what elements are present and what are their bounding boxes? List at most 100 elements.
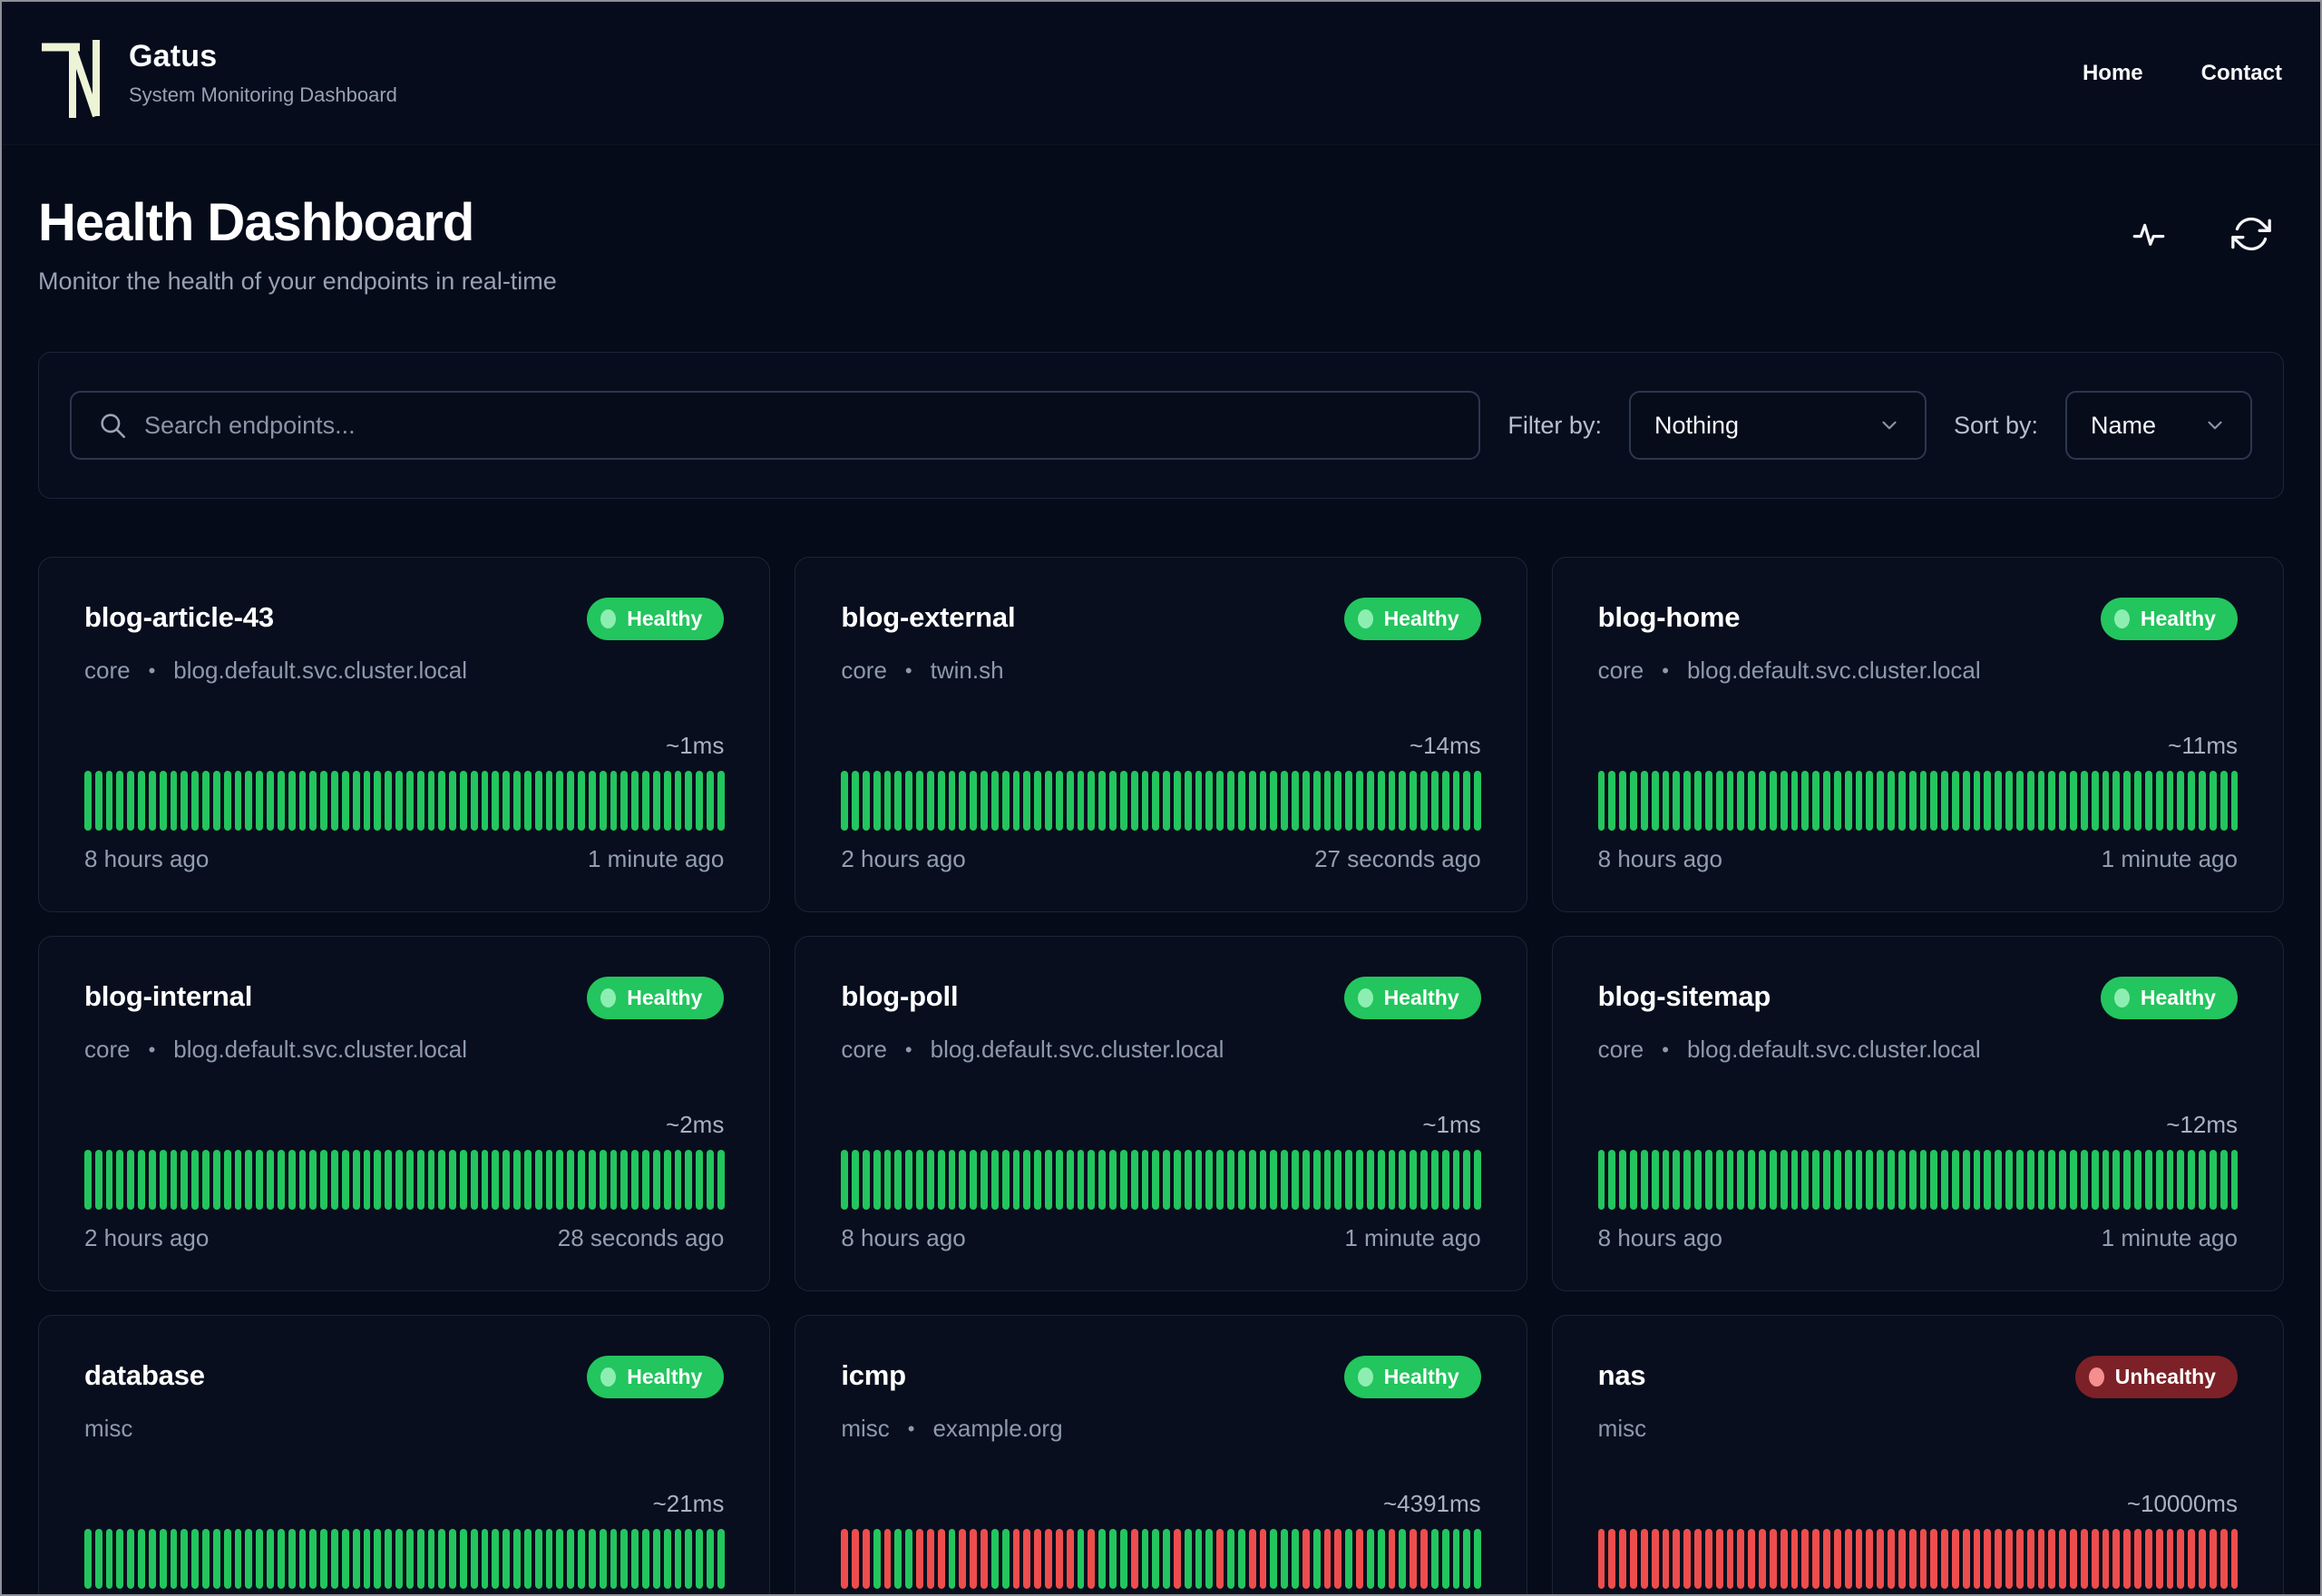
history-bar[interactable] <box>926 1150 934 1210</box>
history-bar[interactable] <box>1984 771 1992 831</box>
history-bar[interactable] <box>959 1529 967 1589</box>
history-bar[interactable] <box>2166 771 2174 831</box>
history-bar[interactable] <box>1163 771 1170 831</box>
history-bar[interactable] <box>1152 771 1160 831</box>
history-bar[interactable] <box>1630 771 1637 831</box>
history-bar[interactable] <box>1984 1150 1992 1210</box>
history-bar[interactable] <box>1866 1150 1874 1210</box>
history-bar[interactable] <box>990 1150 999 1210</box>
history-bar[interactable] <box>1323 1529 1332 1589</box>
history-bar[interactable] <box>1474 1529 1482 1589</box>
history-bar[interactable] <box>981 1529 988 1589</box>
history-bar[interactable] <box>438 1150 446 1210</box>
history-bar[interactable] <box>1109 771 1117 831</box>
history-bar[interactable] <box>1441 1529 1449 1589</box>
history-bar[interactable] <box>94 1529 102 1589</box>
history-bar[interactable] <box>2144 771 2152 831</box>
history-bar[interactable] <box>1452 1529 1460 1589</box>
history-bar[interactable] <box>2102 1150 2110 1210</box>
history-bar[interactable] <box>1216 1150 1224 1210</box>
history-bar[interactable] <box>1248 771 1256 831</box>
history-bar[interactable] <box>1055 1150 1063 1210</box>
history-bar[interactable] <box>1844 1529 1852 1589</box>
history-bar[interactable] <box>1995 1529 2003 1589</box>
history-bar[interactable] <box>948 1529 956 1589</box>
history-bar[interactable] <box>363 1150 371 1210</box>
uptime-history-bars[interactable] <box>841 1150 1482 1210</box>
history-bar[interactable] <box>883 771 892 831</box>
history-bar[interactable] <box>1898 771 1906 831</box>
history-bar[interactable] <box>170 1529 178 1589</box>
history-bar[interactable] <box>105 1150 113 1210</box>
history-bar[interactable] <box>1726 771 1734 831</box>
history-bar[interactable] <box>588 1529 596 1589</box>
history-bar[interactable] <box>459 1150 467 1210</box>
history-bar[interactable] <box>234 771 242 831</box>
history-bar[interactable] <box>1366 771 1374 831</box>
history-bar[interactable] <box>599 1529 607 1589</box>
history-bar[interactable] <box>1216 1529 1224 1589</box>
history-bar[interactable] <box>492 1150 500 1210</box>
history-bar[interactable] <box>2188 1529 2196 1589</box>
history-bar[interactable] <box>2230 1150 2239 1210</box>
history-bar[interactable] <box>916 1529 923 1589</box>
history-bar[interactable] <box>1377 1150 1385 1210</box>
history-bar[interactable] <box>1930 1529 1938 1589</box>
history-bar[interactable] <box>256 1529 264 1589</box>
history-bar[interactable] <box>1597 771 1605 831</box>
history-bar[interactable] <box>2102 1529 2110 1589</box>
endpoint-card[interactable]: nas Unhealthy misc ~10000ms 8 hours ago … <box>1551 1315 2284 1594</box>
history-bar[interactable] <box>2037 771 2045 831</box>
history-bar[interactable] <box>1888 1150 1895 1210</box>
search-input[interactable] <box>70 391 1481 460</box>
history-bar[interactable] <box>1995 771 2003 831</box>
history-bar[interactable] <box>481 771 489 831</box>
history-bar[interactable] <box>245 1529 253 1589</box>
history-bar[interactable] <box>1312 1150 1321 1210</box>
history-bar[interactable] <box>1292 771 1299 831</box>
history-bar[interactable] <box>1312 771 1321 831</box>
history-bar[interactable] <box>1704 1529 1712 1589</box>
history-bar[interactable] <box>2059 1529 2067 1589</box>
history-bar[interactable] <box>1034 1529 1042 1589</box>
history-bar[interactable] <box>1430 771 1439 831</box>
history-bar[interactable] <box>696 1529 704 1589</box>
history-bar[interactable] <box>2134 1150 2142 1210</box>
history-bar[interactable] <box>1388 1150 1396 1210</box>
history-bar[interactable] <box>1930 771 1938 831</box>
history-bar[interactable] <box>405 771 414 831</box>
history-bar[interactable] <box>470 1150 478 1210</box>
history-bar[interactable] <box>1833 1529 1841 1589</box>
history-bar[interactable] <box>1662 1529 1670 1589</box>
history-bar[interactable] <box>2015 1150 2024 1210</box>
history-bar[interactable] <box>1345 771 1353 831</box>
history-bar[interactable] <box>288 1529 296 1589</box>
history-bar[interactable] <box>1651 1150 1659 1210</box>
history-bar[interactable] <box>523 1529 532 1589</box>
history-bar[interactable] <box>1855 771 1863 831</box>
history-bar[interactable] <box>1410 1529 1418 1589</box>
history-bar[interactable] <box>1141 1529 1149 1589</box>
history-bar[interactable] <box>578 1529 585 1589</box>
history-bar[interactable] <box>1227 771 1234 831</box>
history-bar[interactable] <box>894 1529 902 1589</box>
history-bar[interactable] <box>1640 771 1648 831</box>
history-bar[interactable] <box>1877 771 1885 831</box>
history-bar[interactable] <box>1748 771 1756 831</box>
history-bar[interactable] <box>2155 771 2163 831</box>
history-bar[interactable] <box>1973 1529 1981 1589</box>
history-bar[interactable] <box>470 1529 478 1589</box>
history-bar[interactable] <box>1066 1529 1074 1589</box>
history-bar[interactable] <box>202 1529 210 1589</box>
history-bar[interactable] <box>545 771 553 831</box>
history-bar[interactable] <box>2177 1150 2185 1210</box>
history-bar[interactable] <box>1651 771 1659 831</box>
history-bar[interactable] <box>852 1150 859 1210</box>
uptime-history-bars[interactable] <box>84 1529 725 1589</box>
history-bar[interactable] <box>717 771 725 831</box>
history-bar[interactable] <box>341 1150 349 1210</box>
history-bar[interactable] <box>1823 1529 1830 1589</box>
history-bar[interactable] <box>1673 771 1681 831</box>
history-bar[interactable] <box>1141 1150 1149 1210</box>
history-bar[interactable] <box>862 1529 870 1589</box>
